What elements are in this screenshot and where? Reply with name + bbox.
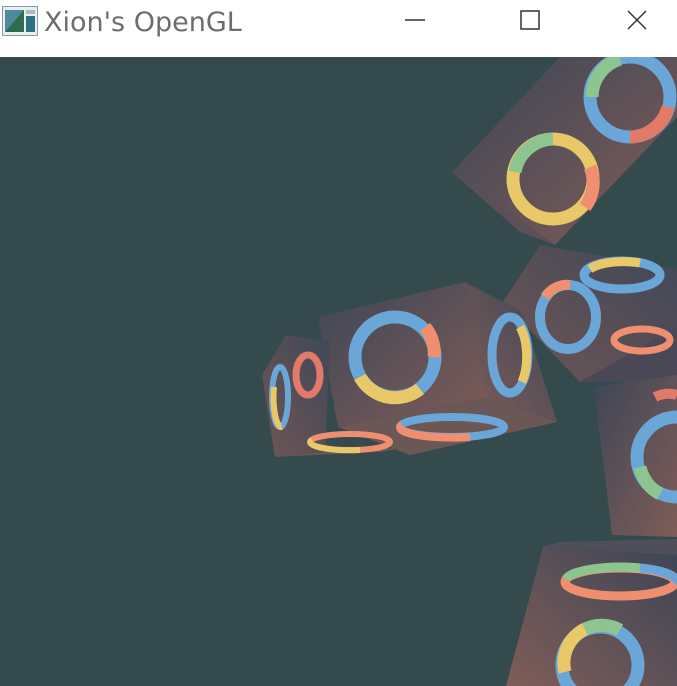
app-icon: [2, 6, 38, 36]
close-button[interactable]: [596, 0, 677, 44]
cube-5: [594, 375, 677, 537]
render-canvas: [262, 57, 677, 686]
maximize-icon: [519, 9, 541, 35]
maximize-button[interactable]: [480, 0, 580, 44]
cube-1: [452, 57, 677, 245]
window-title: Xion's OpenGL: [44, 7, 242, 38]
title-bar[interactable]: Xion's OpenGL: [0, 0, 677, 57]
close-icon: [626, 9, 648, 35]
cube-6: [506, 539, 677, 686]
opengl-viewport[interactable]: [0, 57, 677, 686]
minimize-button[interactable]: [365, 0, 465, 44]
minimize-icon: [404, 9, 426, 35]
